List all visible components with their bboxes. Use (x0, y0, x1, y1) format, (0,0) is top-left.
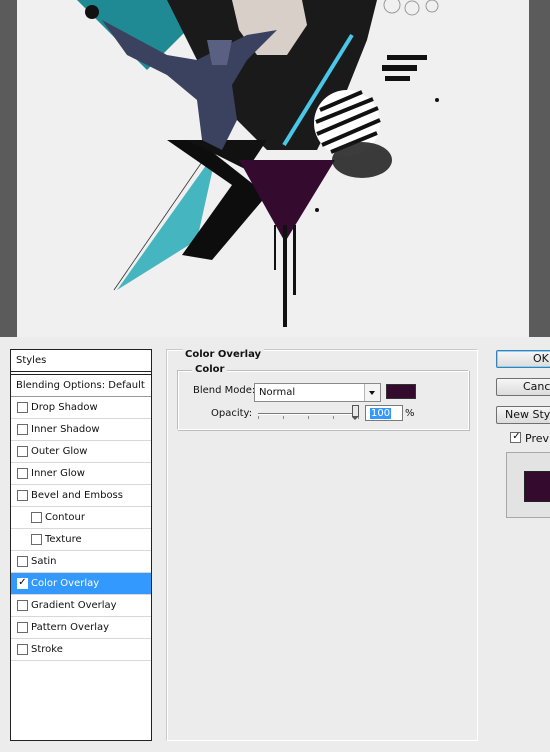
style-item-label: Bevel and Emboss (31, 490, 123, 501)
inner-shadow-checkbox[interactable] (17, 424, 28, 435)
checkmark-icon: ✓ (512, 431, 521, 442)
style-item-inner-shadow[interactable]: Inner Shadow (11, 419, 151, 441)
style-item-satin[interactable]: Satin (11, 551, 151, 573)
bevel-and-emboss-checkbox[interactable] (17, 490, 28, 501)
styles-list-panel: Styles Blending Options: Default Drop Sh… (10, 349, 152, 741)
style-item-drop-shadow[interactable]: Drop Shadow (11, 397, 151, 419)
opacity-slider-thumb[interactable] (352, 405, 359, 420)
style-item-label: Inner Glow (31, 468, 85, 479)
stroke-checkbox[interactable] (17, 644, 28, 655)
style-item-label: Stroke (31, 644, 63, 655)
document-canvas[interactable] (0, 0, 550, 337)
percent-label: % (405, 408, 415, 419)
opacity-input[interactable]: 100 (365, 405, 403, 421)
pattern-overlay-checkbox[interactable] (17, 622, 28, 633)
outer-glow-checkbox[interactable] (17, 446, 28, 457)
color-overlay-checkbox[interactable]: ✓ (17, 577, 28, 589)
style-item-label: Inner Shadow (31, 424, 100, 435)
style-item-label: Texture (45, 534, 82, 545)
slider-tick (308, 416, 309, 419)
styles-header[interactable]: Styles (11, 350, 151, 372)
inner-glow-checkbox[interactable] (17, 468, 28, 479)
slider-tick (283, 416, 284, 419)
overlay-color-swatch[interactable] (386, 384, 416, 399)
preview-label: Preview (525, 432, 550, 445)
style-item-label: Color Overlay (31, 578, 100, 589)
style-preview-thumbnail (506, 452, 550, 518)
ok-button[interactable]: OK (496, 350, 550, 368)
style-item-outer-glow[interactable]: Outer Glow (11, 441, 151, 463)
style-item-label: Contour (45, 512, 85, 523)
style-item-stroke[interactable]: Stroke (11, 639, 151, 661)
artwork-image (17, 0, 529, 337)
style-item-bevel-and-emboss[interactable]: Bevel and Emboss (11, 485, 151, 507)
opacity-value: 100 (370, 408, 392, 419)
opacity-label: Opacity: (211, 408, 253, 419)
style-item-label: Pattern Overlay (31, 622, 110, 633)
style-item-label: Gradient Overlay (31, 600, 117, 611)
style-item-inner-glow[interactable]: Inner Glow (11, 463, 151, 485)
cancel-button[interactable]: Cancel (496, 378, 550, 396)
style-item-texture[interactable]: Texture (11, 529, 151, 551)
contour-checkbox[interactable] (31, 512, 42, 523)
preview-checkbox[interactable]: ✓ (510, 431, 521, 443)
checkmark-icon: ✓ (18, 577, 27, 588)
blend-mode-value: Normal (259, 387, 296, 398)
style-item-label: Satin (31, 556, 57, 567)
slider-tick (333, 416, 334, 419)
new-style-button[interactable]: New Style... (496, 406, 550, 424)
color-overlay-group-title: Color Overlay (183, 349, 265, 360)
texture-checkbox[interactable] (31, 534, 42, 545)
opacity-slider-track[interactable] (258, 413, 359, 419)
dropdown-arrow-icon[interactable] (364, 384, 380, 401)
gradient-overlay-checkbox[interactable] (17, 600, 28, 611)
blend-mode-label: Blend Mode: (193, 385, 256, 396)
style-item-gradient-overlay[interactable]: Gradient Overlay (11, 595, 151, 617)
drop-shadow-checkbox[interactable] (17, 402, 28, 413)
style-item-label: Outer Glow (31, 446, 88, 457)
style-item-color-overlay[interactable]: ✓ Color Overlay (11, 573, 151, 595)
style-preview-swatch (524, 471, 550, 502)
blend-mode-dropdown[interactable]: Normal (254, 383, 381, 402)
slider-tick (258, 416, 259, 419)
style-item-contour[interactable]: Contour (11, 507, 151, 529)
satin-checkbox[interactable] (17, 556, 28, 567)
blending-options-item[interactable]: Blending Options: Default (11, 374, 151, 397)
style-item-label: Drop Shadow (31, 402, 98, 413)
color-group-title: Color (192, 364, 228, 375)
style-item-pattern-overlay[interactable]: Pattern Overlay (11, 617, 151, 639)
